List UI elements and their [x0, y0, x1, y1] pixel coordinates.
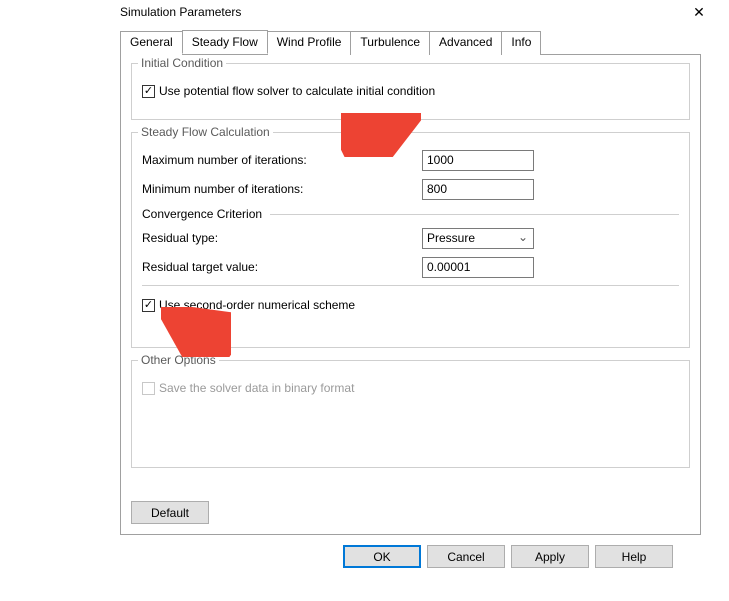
- ok-button[interactable]: OK: [343, 545, 421, 568]
- tab-turbulence[interactable]: Turbulence: [350, 31, 430, 55]
- checkbox-second-order[interactable]: ✓: [142, 299, 155, 312]
- group-title-steady: Steady Flow Calculation: [138, 125, 273, 139]
- divider-second-order: [142, 285, 679, 286]
- row-second-order: ✓ Use second-order numerical scheme: [142, 294, 679, 316]
- input-residual-target[interactable]: [422, 257, 534, 278]
- row-use-potential: ✓ Use potential flow solver to calculate…: [142, 80, 679, 102]
- label-convergence: Convergence Criterion: [142, 207, 262, 221]
- close-icon[interactable]: ✕: [679, 4, 719, 21]
- default-button[interactable]: Default: [131, 501, 209, 524]
- select-residual-type-value: Pressure: [427, 231, 475, 245]
- dialog-content: General Steady Flow Wind Profile Turbule…: [0, 30, 729, 568]
- tab-steady-flow[interactable]: Steady Flow: [182, 30, 268, 54]
- group-title-initial: Initial Condition: [138, 56, 226, 70]
- label-max-iter: Maximum number of iterations:: [142, 153, 422, 167]
- checkbox-save-binary: [142, 382, 155, 395]
- input-min-iter[interactable]: [422, 179, 534, 200]
- tab-info[interactable]: Info: [501, 31, 541, 55]
- divider-convergence: [270, 214, 679, 215]
- group-initial-condition: Initial Condition ✓ Use potential flow s…: [131, 63, 690, 120]
- checkbox-use-potential[interactable]: ✓: [142, 85, 155, 98]
- tab-panel-steady-flow: Initial Condition ✓ Use potential flow s…: [120, 55, 701, 535]
- tab-advanced[interactable]: Advanced: [429, 31, 502, 55]
- help-button[interactable]: Help: [595, 545, 673, 568]
- select-residual-type[interactable]: Pressure: [422, 228, 534, 249]
- row-save-binary: Save the solver data in binary format: [142, 377, 679, 399]
- label-save-binary: Save the solver data in binary format: [159, 381, 354, 395]
- dialog-button-bar: OK Cancel Apply Help: [120, 535, 701, 568]
- group-title-other: Other Options: [138, 353, 219, 367]
- label-use-potential: Use potential flow solver to calculate i…: [159, 84, 435, 98]
- window-title: Simulation Parameters: [120, 5, 241, 19]
- apply-button[interactable]: Apply: [511, 545, 589, 568]
- label-min-iter: Minimum number of iterations:: [142, 182, 422, 196]
- label-second-order: Use second-order numerical scheme: [159, 298, 355, 312]
- tab-general[interactable]: General: [120, 31, 183, 55]
- input-max-iter[interactable]: [422, 150, 534, 171]
- label-residual-target: Residual target value:: [142, 260, 422, 274]
- titlebar: Simulation Parameters ✕: [0, 0, 729, 30]
- label-residual-type: Residual type:: [142, 231, 422, 245]
- tab-wind-profile[interactable]: Wind Profile: [267, 31, 352, 55]
- cancel-button[interactable]: Cancel: [427, 545, 505, 568]
- group-steady-flow-calc: Steady Flow Calculation Maximum number o…: [131, 132, 690, 348]
- tab-bar: General Steady Flow Wind Profile Turbule…: [120, 30, 701, 55]
- group-other-options: Other Options Save the solver data in bi…: [131, 360, 690, 468]
